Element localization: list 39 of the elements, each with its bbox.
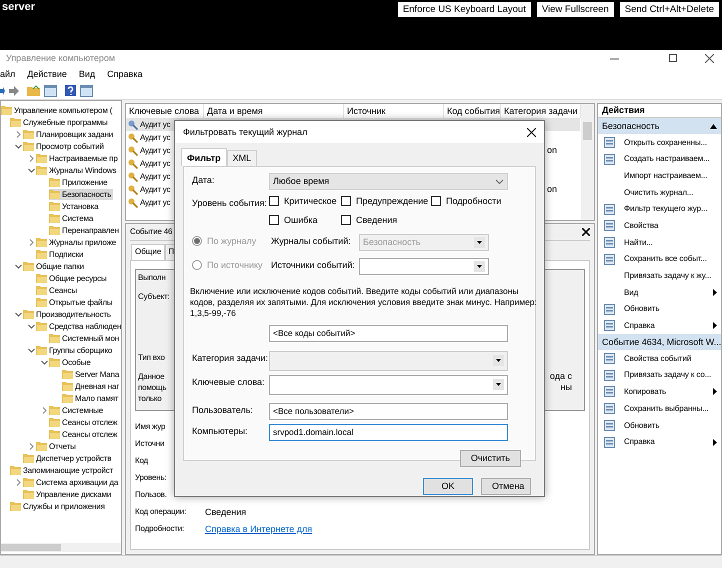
field-value: Сведения <box>205 506 246 518</box>
field-label: Дата: <box>192 174 216 186</box>
field-label: Компьютеры: <box>192 424 249 436</box>
table-cell: Аудит ус <box>140 146 170 156</box>
field-label: Ключевые слова: <box>192 376 266 388</box>
field-label: Журналы событий: <box>271 234 352 246</box>
panel-title: Событие 46 <box>130 226 172 237</box>
field-label: Категория задачи: <box>192 352 269 364</box>
field-label: Подробности: <box>135 524 185 534</box>
description-text: Тип вхо <box>138 352 165 363</box>
host-name: server <box>2 1 36 14</box>
description-text: только <box>138 392 162 404</box>
table-cell: on <box>547 184 558 194</box>
description-text: Данное <box>138 370 164 382</box>
radio-label: По источнику <box>207 260 263 270</box>
description-text: ны <box>560 382 572 393</box>
field-label: Код <box>135 456 150 466</box>
table-cell: Аудит ус <box>140 172 170 182</box>
table-cell: Аудит ус <box>140 158 170 168</box>
table-cell: Аудит ус <box>140 132 170 142</box>
description-text: ода с <box>550 370 572 382</box>
radio-label: По журналу <box>207 236 256 246</box>
instruction-text: Включение или исключение кодов событий. Введите коды событий или диапазоны кодов, разделяя их запятыми. Для исключения условия введите знак минус. Например: 1,3,5-99,-76 <box>190 286 538 319</box>
field-label: Уровень события: <box>192 197 268 209</box>
table-cell: Аудит ус <box>140 120 170 130</box>
description-text: Выполн <box>138 272 166 283</box>
field-label: Код операции: <box>135 507 188 518</box>
field-label: Пользов. <box>135 490 168 500</box>
table-cell: on <box>547 145 558 156</box>
field-label: Источни <box>135 439 166 450</box>
field-label: Пользователь: <box>192 404 254 416</box>
description-text: помощь <box>138 382 166 393</box>
field-label: Источники событий: <box>271 258 356 270</box>
dialog-title: Фильтровать текущий журнал <box>183 126 308 138</box>
table-cell: Аудит ус <box>140 184 170 194</box>
table-cell: Аудит ус <box>140 198 170 208</box>
window-title: Управление компьютером <box>6 52 116 64</box>
description-text: Субъект: <box>138 290 170 302</box>
field-label: Уровень: <box>135 473 168 484</box>
